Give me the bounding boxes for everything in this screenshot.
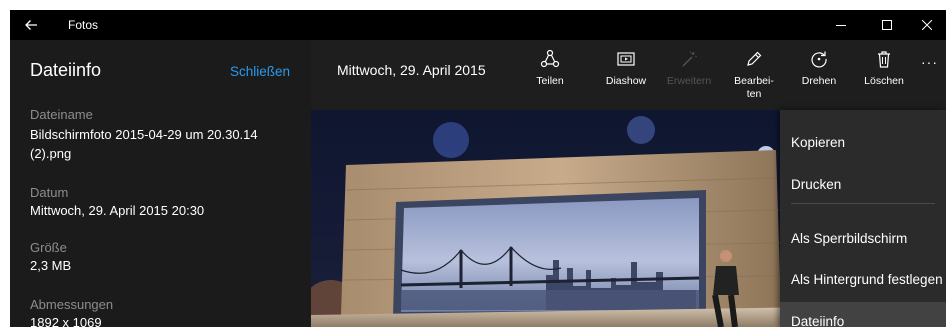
rotate-label: Drehen bbox=[801, 75, 837, 87]
command-bar: Mittwoch, 29. April 2015 Teilen Diashow bbox=[311, 40, 946, 110]
delete-button[interactable]: Löschen bbox=[856, 49, 912, 88]
menu-item-set-lockscreen[interactable]: Als Sperrbildschirm bbox=[780, 219, 946, 259]
edit-label-line-1: Bearbei- bbox=[734, 75, 774, 87]
filename-label: Dateiname bbox=[30, 107, 93, 122]
share-label: Teilen bbox=[536, 75, 564, 87]
share-icon bbox=[540, 49, 560, 68]
magic-wand-icon bbox=[682, 51, 697, 67]
slideshow-label: Diashow bbox=[605, 75, 647, 87]
enhance-button[interactable]: Erweitern bbox=[661, 49, 717, 88]
app-title: Fotos bbox=[68, 18, 99, 32]
panel-title: Dateiinfo bbox=[30, 60, 102, 80]
close-panel-link[interactable]: Schließen bbox=[230, 64, 290, 79]
filename-value: Bildschirmfoto 2015-04-29 um 20.30.14 (2… bbox=[30, 127, 258, 161]
slideshow-button[interactable]: Diashow bbox=[598, 49, 654, 88]
size-value: 2,3 MB bbox=[30, 258, 72, 273]
dimensions-value: 1892 x 1069 bbox=[30, 315, 102, 327]
more-options-menu: Kopieren Drucken Als Sperrbildschirm Als… bbox=[780, 110, 946, 327]
back-button[interactable] bbox=[18, 14, 44, 36]
title-bar: Fotos bbox=[10, 10, 946, 40]
pencil-icon bbox=[747, 51, 762, 66]
edit-label-line-2: ten bbox=[746, 88, 762, 100]
size-label: Größe bbox=[30, 240, 67, 255]
date-label: Datum bbox=[30, 185, 69, 200]
trash-icon bbox=[878, 51, 890, 68]
maximize-icon bbox=[882, 20, 892, 30]
arrow-left-icon bbox=[25, 20, 37, 30]
photo-date-title: Mittwoch, 29. April 2015 bbox=[337, 62, 486, 78]
menu-item-set-background[interactable]: Als Hintergrund festlegen bbox=[780, 260, 946, 300]
date-value: Mittwoch, 29. April 2015 20:30 bbox=[30, 203, 205, 218]
dimensions-label: Abmessungen bbox=[30, 297, 114, 312]
menu-item-print[interactable]: Drucken bbox=[780, 165, 946, 205]
rotate-icon bbox=[811, 51, 827, 68]
minimize-button[interactable] bbox=[818, 10, 864, 40]
edit-label: Bearbei- ten bbox=[726, 75, 782, 101]
menu-item-copy[interactable]: Kopieren bbox=[780, 123, 946, 163]
photos-app-window: Fotos Dateiinfo Schließen Dateiname Bild… bbox=[10, 10, 946, 327]
slideshow-icon bbox=[617, 52, 635, 66]
rotate-button[interactable]: Drehen bbox=[791, 49, 847, 88]
close-icon bbox=[922, 20, 932, 30]
menu-separator bbox=[791, 203, 935, 204]
close-window-button[interactable] bbox=[904, 10, 946, 40]
enhance-label: Erweitern bbox=[666, 75, 712, 87]
share-button[interactable]: Teilen bbox=[522, 49, 578, 88]
edit-button[interactable]: Bearbei- ten bbox=[726, 49, 782, 101]
file-info-panel: Dateiinfo Schließen Dateiname Bildschirm… bbox=[10, 40, 311, 327]
more-options-button[interactable]: ··· bbox=[921, 54, 938, 70]
menu-item-file-info[interactable]: Dateiinfo bbox=[780, 302, 946, 327]
minimize-icon bbox=[836, 25, 846, 26]
delete-label: Löschen bbox=[864, 75, 904, 87]
